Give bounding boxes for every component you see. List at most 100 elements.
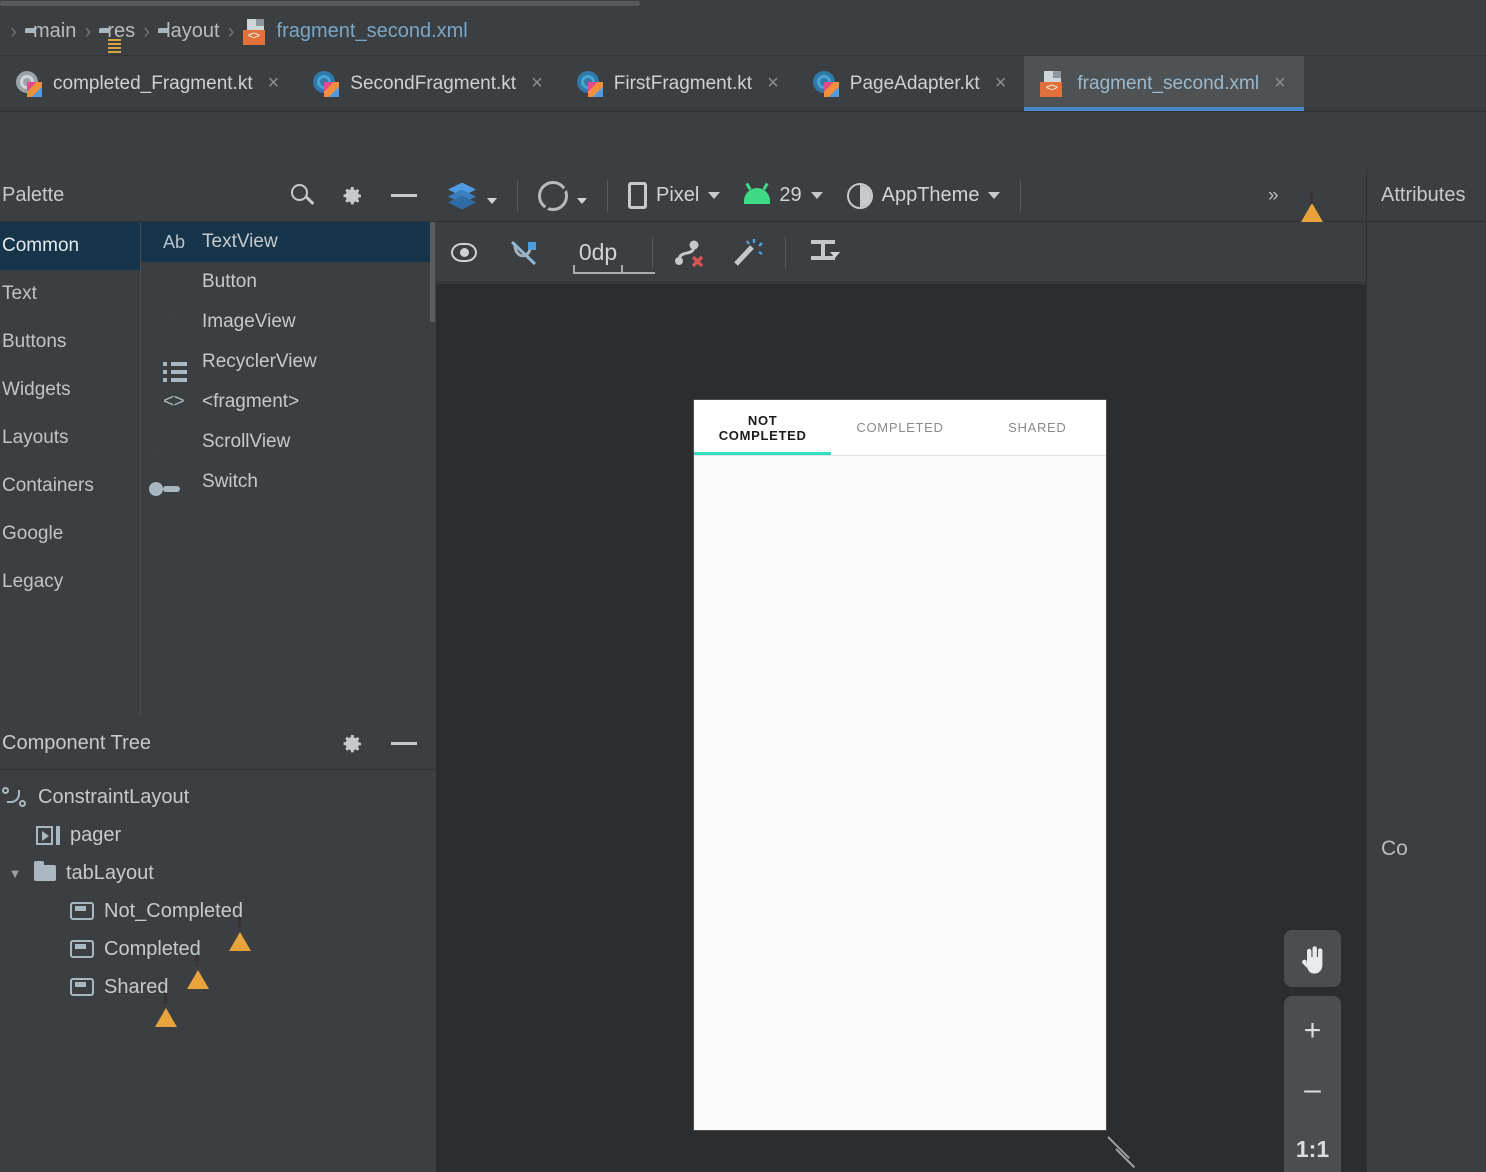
palette-item-fragment[interactable]: <> <fragment> — [141, 382, 435, 422]
tree-node-pager[interactable]: pager — [0, 816, 435, 854]
gear-icon[interactable] — [341, 732, 365, 756]
minimize-icon[interactable] — [391, 194, 417, 197]
breadcrumb-item-res[interactable]: res — [99, 20, 135, 43]
warning-icon[interactable] — [1300, 186, 1323, 222]
palette-item-scrollview[interactable]: ScrollView — [141, 422, 435, 462]
preview-tab-layout: NOT COMPLETED COMPLETED SHARED — [694, 400, 1106, 456]
tree-node-label: pager — [70, 823, 122, 846]
theme-selector[interactable]: AppTheme — [835, 170, 1013, 222]
design-toolbar: Pixel 29 AppTheme — [436, 170, 1366, 222]
top-scrollbar[interactable] — [0, 0, 1486, 8]
kotlin-file-icon — [576, 70, 603, 97]
chevron-down-icon — [708, 192, 721, 199]
tree-node-tablayout[interactable]: ▼ tabLayout — [0, 854, 435, 892]
scrollbar-thumb[interactable] — [0, 1, 640, 6]
preview-tab-completed[interactable]: COMPLETED — [831, 400, 968, 455]
xml-file-icon: <> — [242, 18, 269, 45]
chevron-down-icon[interactable]: ▼ — [4, 866, 26, 881]
breadcrumb-item-layout[interactable]: layout — [158, 20, 219, 43]
close-icon[interactable]: × — [1274, 72, 1286, 95]
autoconnect-button[interactable] — [494, 223, 552, 283]
align-button[interactable] — [794, 223, 852, 283]
editor-tab-label: SecondFragment.kt — [350, 72, 517, 94]
toolbar-divider — [652, 236, 653, 269]
palette-item-textview[interactable]: Ab TextView — [141, 222, 435, 262]
breadcrumb-label: fragment_second.xml — [276, 20, 468, 42]
palette-category-text[interactable]: Text — [0, 270, 140, 318]
warning-icon[interactable] — [228, 910, 251, 951]
editor-tab-second-fragment[interactable]: SecondFragment.kt × — [297, 56, 561, 111]
palette-category-list: Common Text Buttons Widgets Layouts Cont… — [0, 222, 140, 715]
chevron-down-icon — [810, 192, 823, 199]
toolbar-divider — [785, 236, 786, 269]
close-icon[interactable]: × — [767, 72, 779, 95]
tree-node-shared[interactable]: Shared — [0, 968, 435, 1027]
tree-node-completed[interactable]: Completed — [0, 930, 435, 989]
palette-scrollbar[interactable] — [430, 222, 435, 322]
orientation-button[interactable] — [526, 170, 599, 222]
attributes-panel: Co — [1366, 222, 1486, 1172]
palette-item-recyclerview[interactable]: RecyclerView — [141, 342, 435, 382]
editor-tab-first-fragment[interactable]: FirstFragment.kt × — [561, 56, 797, 111]
breadcrumb-separator: › — [143, 19, 151, 43]
device-label: Pixel — [656, 184, 700, 206]
tree-node-label: Not_Completed — [104, 899, 243, 922]
palette-category-buttons[interactable]: Buttons — [0, 318, 140, 366]
code-brackets-icon: <> — [163, 391, 185, 413]
device-selector[interactable]: Pixel — [616, 170, 732, 222]
palette-item-switch[interactable]: Switch — [141, 462, 435, 502]
breadcrumb-item-main[interactable]: main — [25, 20, 76, 43]
kotlin-file-icon — [812, 70, 839, 97]
toolbar-divider — [517, 179, 518, 212]
device-preview[interactable]: NOT COMPLETED COMPLETED SHARED — [694, 400, 1136, 1169]
close-icon[interactable]: × — [268, 72, 280, 95]
search-icon[interactable] — [291, 183, 315, 208]
palette-item-button[interactable]: Button — [141, 262, 435, 302]
minimize-icon[interactable] — [391, 742, 417, 745]
overflow-chevron-icon[interactable]: » — [1268, 185, 1279, 207]
palette-category-containers[interactable]: Containers — [0, 462, 140, 510]
editor-tab-completed-fragment[interactable]: completed_Fragment.kt × — [0, 56, 297, 111]
phone-icon — [628, 182, 647, 209]
tab-item-icon — [70, 940, 94, 958]
api-level-selector[interactable]: 29 — [732, 170, 834, 222]
palette-category-layouts[interactable]: Layouts — [0, 414, 140, 462]
palette-title: Palette — [2, 184, 65, 206]
infer-constraints-button[interactable] — [719, 223, 777, 283]
editor-tab-page-adapter[interactable]: PageAdapter.kt × — [797, 56, 1025, 111]
palette-category-common[interactable]: Common — [0, 222, 140, 270]
pan-tool-button[interactable] — [1284, 930, 1341, 987]
preview-tab-not-completed[interactable]: NOT COMPLETED — [694, 400, 832, 455]
palette-item-imageview[interactable]: ImageView — [141, 302, 435, 342]
tree-node-not-completed[interactable]: Not_Completed — [0, 892, 435, 951]
zoom-out-button[interactable]: – — [1284, 1067, 1341, 1112]
clear-constraints-button[interactable] — [661, 223, 719, 283]
palette-category-legacy[interactable]: Legacy — [0, 558, 140, 606]
preview-tab-shared[interactable]: SHARED — [969, 400, 1106, 455]
breadcrumb-separator: › — [227, 19, 235, 43]
breadcrumb: › main › res › layout › <> fragment_seco… — [0, 8, 1486, 56]
breadcrumb-item-file[interactable]: <> fragment_second.xml — [242, 18, 468, 45]
palette-category-widgets[interactable]: Widgets — [0, 366, 140, 414]
close-icon[interactable]: × — [995, 72, 1007, 95]
tree-node-label: ConstraintLayout — [38, 785, 190, 808]
default-margin-button[interactable]: 0dp — [552, 223, 655, 283]
palette-category-google[interactable]: Google — [0, 510, 140, 558]
attributes-section-label: Co — [1381, 837, 1408, 860]
preview-content-area — [694, 456, 1106, 1130]
zoom-in-button[interactable]: + — [1284, 1008, 1341, 1053]
close-icon[interactable]: × — [531, 72, 543, 95]
palette-item-label: ScrollView — [202, 431, 291, 452]
warning-icon[interactable] — [154, 986, 177, 1027]
resize-handle-icon[interactable] — [1106, 1126, 1152, 1172]
toolbar-divider — [1020, 179, 1022, 212]
show-constraints-button[interactable] — [436, 223, 494, 283]
zoom-fit-button[interactable]: 1:1 — [1284, 1127, 1341, 1172]
editor-tab-fragment-second-xml[interactable]: <> fragment_second.xml × — [1024, 56, 1304, 111]
active-tab-underline — [1024, 107, 1304, 111]
view-mode-button[interactable] — [436, 170, 509, 222]
zoom-controls: + – 1:1 — [1284, 996, 1341, 1172]
warning-icon[interactable] — [186, 948, 209, 989]
gear-icon[interactable] — [341, 184, 365, 208]
tree-node-constraintlayout[interactable]: ConstraintLayout — [0, 778, 435, 816]
